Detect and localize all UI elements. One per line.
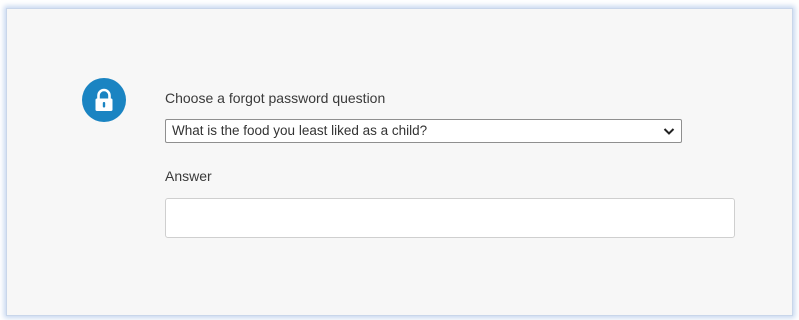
question-select[interactable]: What is the food you least liked as a ch…	[165, 119, 682, 143]
forgot-password-question-panel	[6, 8, 793, 316]
question-select-value: What is the food you least liked as a ch…	[172, 123, 428, 138]
page: Choose a forgot password question What i…	[0, 0, 799, 320]
answer-input[interactable]	[165, 198, 735, 238]
answer-label: Answer	[165, 168, 212, 184]
chevron-down-icon	[663, 128, 675, 135]
lock-icon	[82, 78, 126, 122]
question-label: Choose a forgot password question	[165, 90, 386, 106]
